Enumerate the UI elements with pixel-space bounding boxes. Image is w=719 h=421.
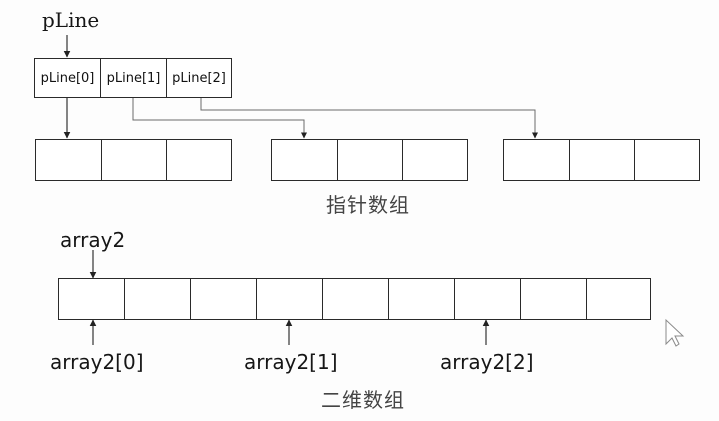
- target-array-1-cell-0: [271, 139, 338, 181]
- pointer-cell-2: pLine[2]: [166, 58, 232, 98]
- two-d-cell-2: [190, 278, 257, 320]
- pointer-cell-label-0: pLine[0]: [40, 70, 95, 86]
- pointer-cell-label-1: pLine[1]: [106, 70, 161, 86]
- two-d-cell-0: [58, 278, 125, 320]
- array2-label-1: array2[1]: [244, 350, 338, 374]
- target-array-0-cell-0: [35, 139, 102, 181]
- target-array-2-cell-2: [634, 139, 700, 181]
- target-array-2-cell-0: [503, 139, 570, 181]
- two-d-cell-4: [322, 278, 389, 320]
- pointer-cell-label-2: pLine[2]: [172, 70, 226, 86]
- pointer-cell-0: pLine[0]: [34, 58, 101, 98]
- two-d-array-caption: 二维数组: [321, 388, 405, 412]
- array2-label-2: array2[2]: [440, 350, 534, 374]
- two-d-cell-6: [454, 278, 521, 320]
- target-array-1-cell-1: [337, 139, 403, 181]
- two-d-cell-1: [124, 278, 191, 320]
- diagram-canvas: pLine pLine[0] pLine[1] pLine[2] 指针数组 ar…: [0, 0, 719, 421]
- pointer-array-caption: 指针数组: [326, 193, 410, 217]
- target-array-0-cell-1: [101, 139, 167, 181]
- pline-title: pLine: [42, 8, 100, 32]
- two-d-cell-7: [520, 278, 587, 320]
- pointer-arrow-1: [132, 98, 307, 139]
- two-d-cell-8: [586, 278, 651, 320]
- pointer-cell-1: pLine[1]: [100, 58, 167, 98]
- mouse-cursor-icon: [665, 318, 685, 347]
- target-array-1-cell-2: [402, 139, 468, 181]
- pointer-arrow-2: [200, 98, 538, 139]
- array2-title: array2: [60, 228, 126, 252]
- two-d-cell-5: [388, 278, 455, 320]
- two-d-cell-3: [256, 278, 323, 320]
- array2-label-0: array2[0]: [50, 350, 144, 374]
- target-array-0-cell-2: [166, 139, 232, 181]
- target-array-2-cell-1: [569, 139, 635, 181]
